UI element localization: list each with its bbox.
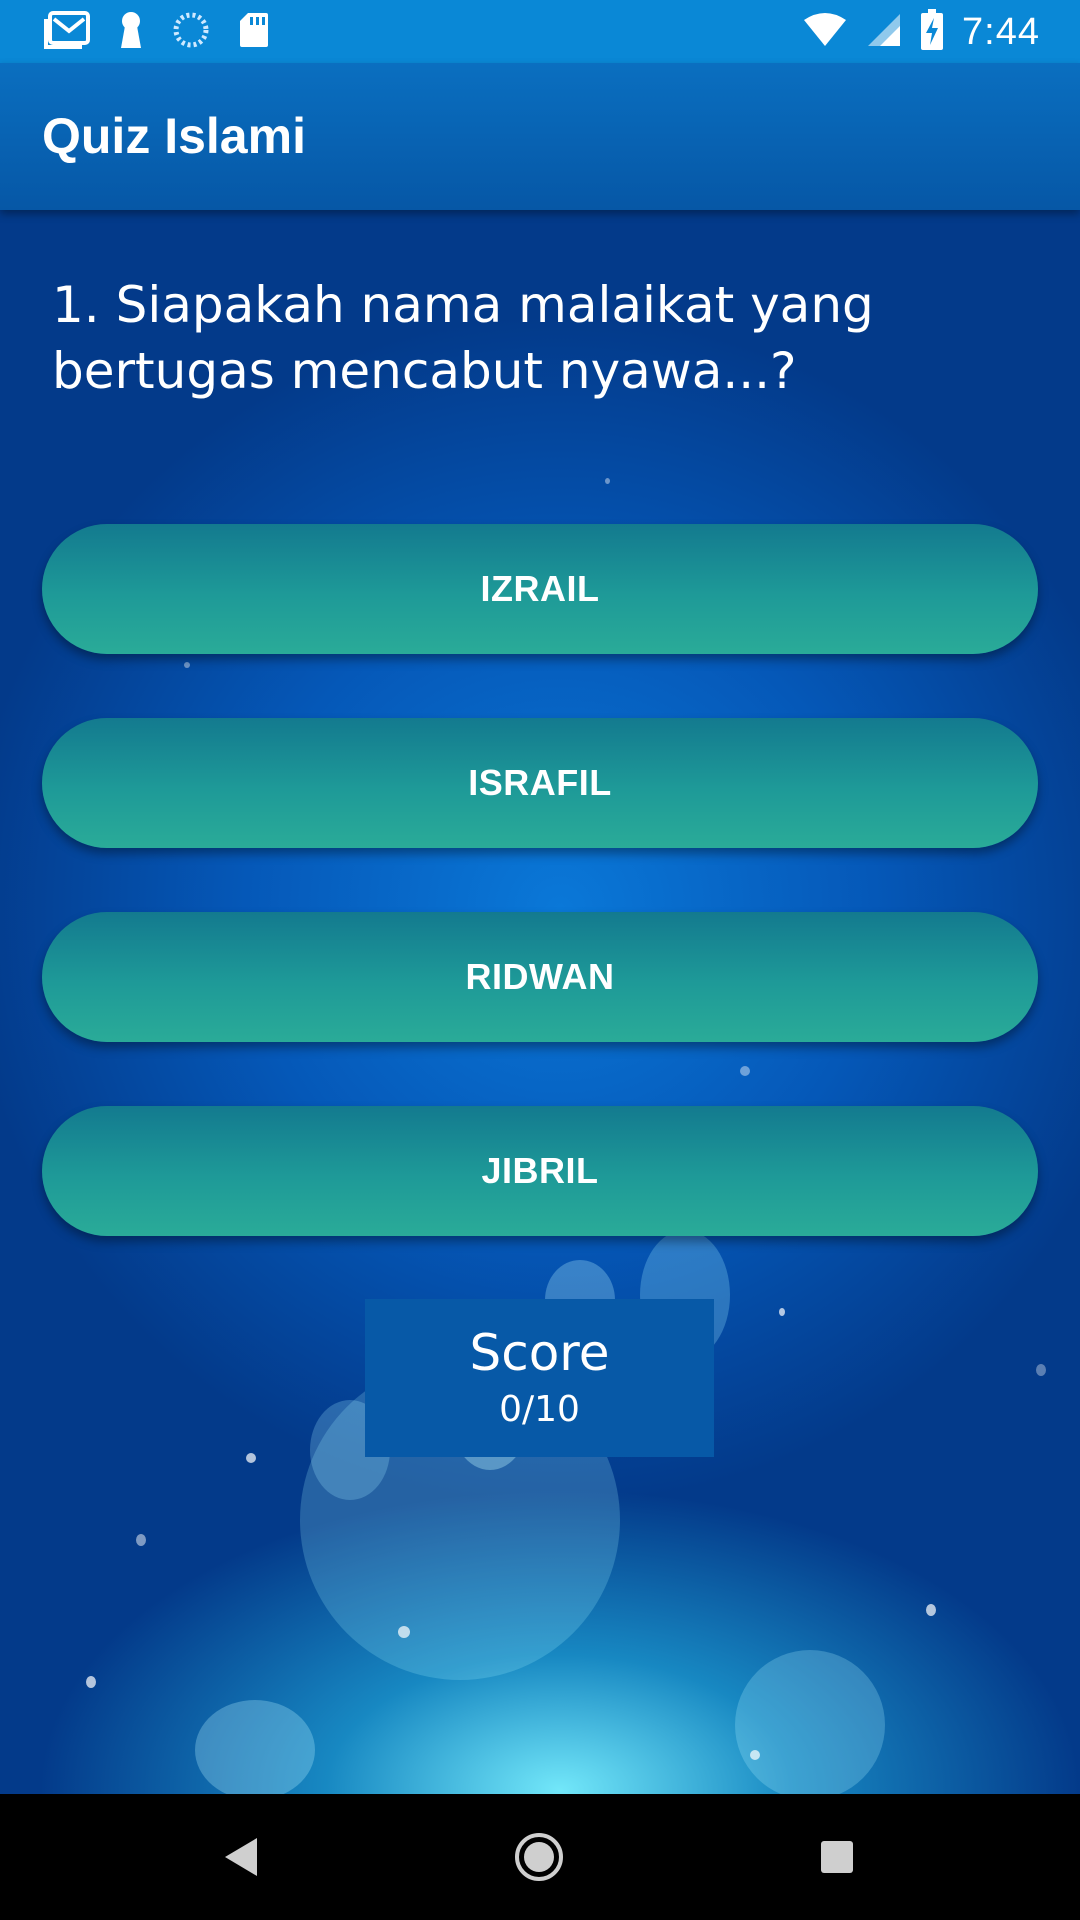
question-text: 1. Siapakah nama malaikat yang bertugas … — [52, 276, 874, 400]
sparkle-decoration — [750, 1750, 760, 1760]
answer-button-2[interactable]: ISRAFIL — [42, 718, 1038, 848]
app-bar: Quiz Islami — [0, 63, 1080, 210]
quiz-screen: 1. Siapakah nama malaikat yang bertugas … — [0, 210, 1080, 1794]
score-value: 0/10 — [499, 1389, 580, 1430]
signal-icon — [866, 12, 902, 53]
sync-icon — [172, 11, 210, 54]
sparkle-decoration — [398, 1626, 410, 1638]
sparkle-decoration — [184, 662, 190, 668]
system-icons: 7:44 — [802, 8, 1040, 56]
battery-charging-icon — [920, 8, 944, 56]
sparkle-decoration — [86, 1676, 96, 1688]
sd-card-icon — [238, 11, 270, 54]
gmail-icon — [44, 10, 90, 54]
answer-button-3[interactable]: RIDWAN — [42, 912, 1038, 1042]
sparkle-decoration — [740, 1066, 750, 1076]
home-icon — [513, 1831, 565, 1888]
bokeh-decoration — [735, 1650, 885, 1794]
wifi-icon — [802, 12, 848, 53]
back-icon — [221, 1836, 261, 1883]
score-panel: Score 0/10 — [365, 1299, 714, 1457]
app-title: Quiz Islami — [42, 108, 306, 164]
sparkle-decoration — [136, 1534, 146, 1546]
sparkle-decoration — [1036, 1364, 1046, 1376]
notification-icons — [44, 10, 270, 54]
navigation-bar — [0, 1794, 1080, 1920]
clock: 7:44 — [962, 10, 1040, 53]
keyhole-icon — [118, 10, 144, 55]
sparkle-decoration — [246, 1453, 256, 1463]
sparkle-decoration — [605, 478, 610, 484]
answer-button-4[interactable]: JIBRIL — [42, 1106, 1038, 1236]
back-button[interactable] — [206, 1824, 276, 1894]
recents-button[interactable] — [802, 1824, 872, 1894]
answer-button-1[interactable]: IZRAIL — [42, 524, 1038, 654]
status-bar: 7:44 — [0, 0, 1080, 63]
score-title: Score — [469, 1324, 610, 1382]
recents-icon — [819, 1839, 855, 1880]
sparkle-decoration — [926, 1604, 936, 1616]
home-button[interactable] — [504, 1824, 574, 1894]
bokeh-decoration — [195, 1700, 315, 1794]
sparkle-decoration — [779, 1308, 785, 1316]
